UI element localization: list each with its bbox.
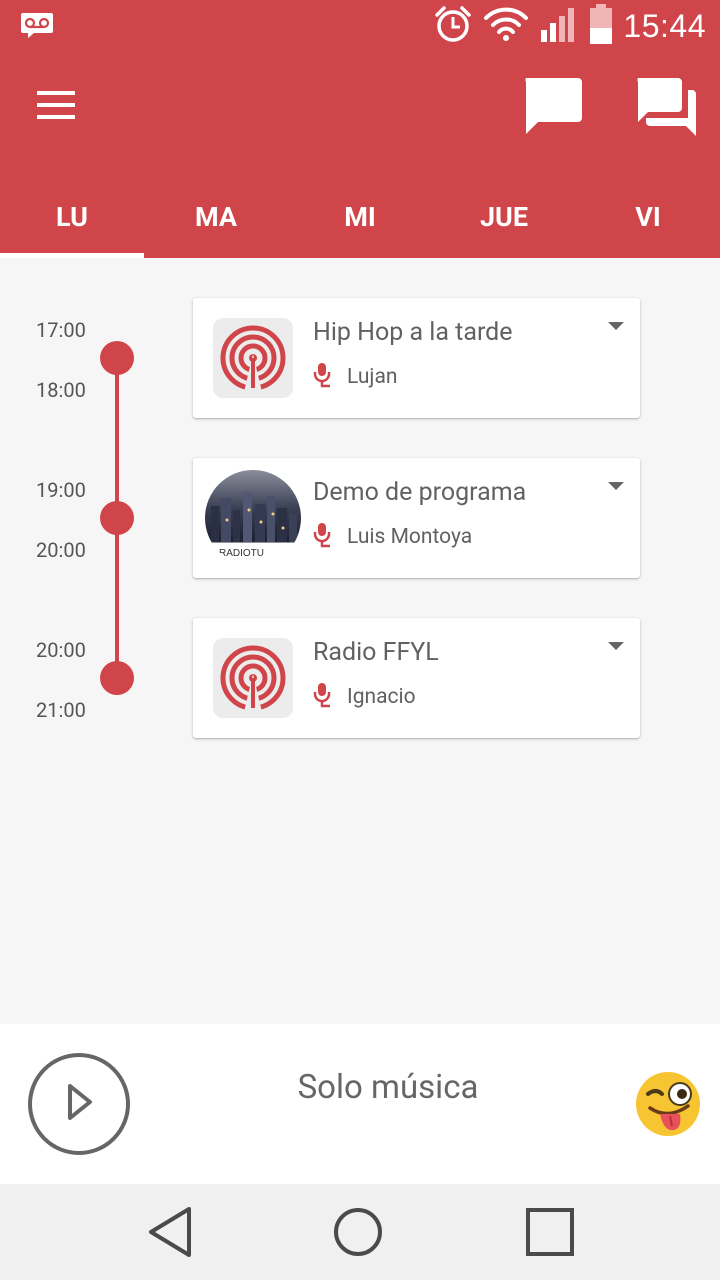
tab-ma[interactable]: MA [144,176,288,258]
timeline-dot [100,501,134,535]
app-bar: LU MA MI JUE VI [0,52,720,258]
tab-lu[interactable]: LU [0,176,144,258]
chat-icon[interactable] [518,74,586,140]
back-icon[interactable] [142,1204,198,1260]
program-card[interactable]: Radio FFYL Ignacio [193,618,640,738]
timeline-dot [100,661,134,695]
menu-icon[interactable] [26,80,86,130]
microphone-icon [313,682,333,712]
host-name: Luis Montoya [347,525,473,549]
tab-jue[interactable]: JUE [432,176,576,258]
tab-mi[interactable]: MI [288,176,432,258]
alarm-icon [433,4,473,48]
tab-vi[interactable]: VI [576,176,720,258]
voicemail-icon [20,12,54,42]
winking-tongue-emoji-icon[interactable] [634,1070,702,1138]
play-button[interactable] [28,1053,130,1155]
microphone-icon [313,362,333,392]
system-nav-bar [0,1184,720,1280]
recents-icon[interactable] [522,1204,578,1260]
expand-arrow-icon[interactable] [608,642,624,650]
play-icon [64,1082,94,1126]
program-title: Demo de programa [313,478,527,507]
host-name: Ignacio [347,685,416,709]
radio-logo-icon [213,638,293,718]
thumb-text: RADIOTU [219,548,264,559]
program-image: RADIOTU [205,470,301,566]
signal-icon [539,4,579,48]
start-time: 17:00 [36,318,86,342]
radio-logo-icon [213,318,293,398]
start-time: 20:00 [36,638,86,662]
status-time: 15:44 [623,7,706,44]
program-card[interactable]: RADIOTU Demo de programa Luis Montoya [193,458,640,578]
end-time: 21:00 [36,698,86,722]
now-playing-title: Solo música [297,1068,479,1107]
microphone-icon [313,522,333,552]
schedule-list: 17:00 18:00 Hip Hop a la tarde Lujan 19:… [0,258,720,1024]
expand-arrow-icon[interactable] [608,482,624,490]
status-bar: 15:44 [0,0,720,52]
end-time: 20:00 [36,538,86,562]
battery-icon [589,4,613,48]
program-card[interactable]: Hip Hop a la tarde Lujan [193,298,640,418]
day-tabs: LU MA MI JUE VI [0,176,720,258]
home-icon[interactable] [330,1204,386,1260]
program-title: Radio FFYL [313,638,439,667]
host-name: Lujan [347,365,398,389]
program-host: Ignacio [313,682,416,712]
forum-icon[interactable] [630,74,698,140]
program-host: Lujan [313,362,397,392]
player-bar: Solo música [0,1024,720,1184]
expand-arrow-icon[interactable] [608,322,624,330]
timeline-dot [100,341,134,375]
wifi-icon [483,6,529,46]
end-time: 18:00 [36,378,86,402]
program-title: Hip Hop a la tarde [313,318,513,347]
program-host: Luis Montoya [313,522,472,552]
start-time: 19:00 [36,478,86,502]
